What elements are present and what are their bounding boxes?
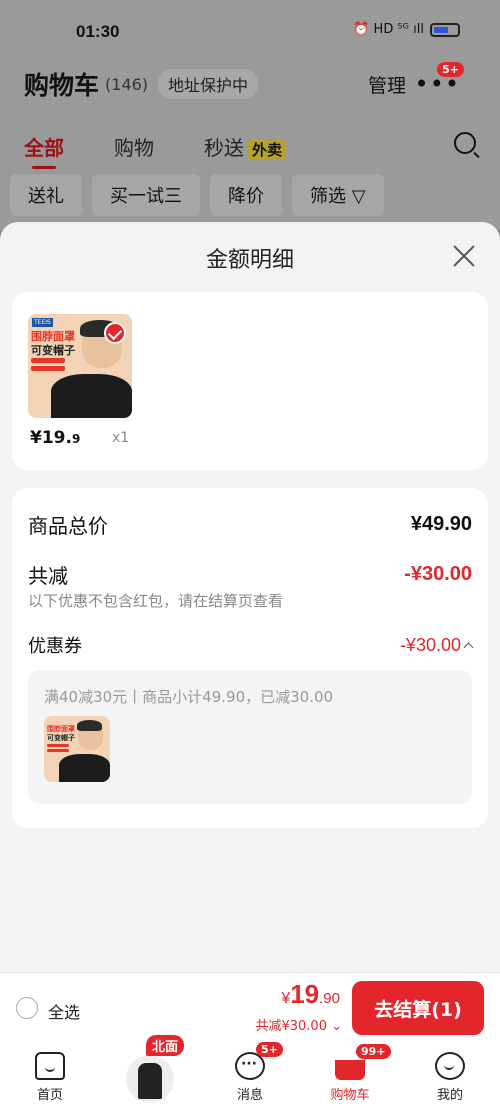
nav-me-label: 我的 — [436, 1088, 463, 1103]
product-promo-tag — [47, 749, 69, 752]
coupon-amount: -¥30.00 — [399, 634, 461, 655]
selected-check-icon — [104, 322, 126, 344]
thumb-body-shape — [58, 754, 110, 782]
nav-ad[interactable]: 北面 — [110, 1035, 190, 1103]
status-time: 01:30 — [76, 22, 120, 41]
cart-header: 购物车 (146) 地址保护中 管理 ••• 5+ — [24, 62, 476, 104]
filter-gift[interactable]: 送礼 — [10, 174, 82, 216]
filter-price-drop[interactable]: 降价 — [210, 174, 282, 216]
tab-shopping[interactable]: 购物 — [114, 132, 154, 161]
search-icon[interactable] — [454, 132, 476, 154]
cart-count: (146) — [105, 74, 149, 94]
total-integer: 19 — [290, 979, 320, 1009]
filter-trial[interactable]: 买一试三 — [92, 174, 200, 216]
filter-screen[interactable]: 筛选 ▽ — [292, 174, 384, 216]
close-icon[interactable] — [452, 244, 476, 268]
price-breakdown-card: 商品总价 ¥49.90 共减 -¥30.00 以下优惠不包含红包，请在结算页查看… — [12, 488, 488, 828]
reduction-row: 共减 -¥30.00 — [28, 560, 472, 589]
messages-badge: 5+ — [256, 1042, 283, 1057]
home-icon — [35, 1052, 65, 1080]
nav-home-label: 首页 — [36, 1088, 63, 1103]
reduction-label: 共减 — [28, 564, 68, 588]
cart-page-background: 01:30 ⏰ HD ⁵ᴳ ıll 购物车 (146) 地址保护中 管理 •••… — [0, 0, 500, 230]
goods-total-label: 商品总价 — [28, 514, 108, 538]
tab-all[interactable]: 全部 — [24, 132, 64, 169]
total-currency: ¥ — [281, 990, 291, 1007]
total-saving-toggle[interactable]: 共减¥30.00 ⌄ — [255, 1015, 342, 1034]
product-promo-line2: 可变帽子 — [47, 734, 75, 742]
coupon-value[interactable]: -¥30.00 — [399, 634, 474, 656]
coupon-row[interactable]: 优惠券 -¥30.00 — [28, 632, 474, 658]
reduction-value: -¥30.00 — [404, 563, 472, 585]
tab-flash-tag: 外卖 — [248, 139, 287, 160]
jacket-ad-icon — [126, 1055, 174, 1103]
nav-cart-label: 购物车 — [330, 1088, 370, 1103]
filter-row: 送礼 买一试三 降价 筛选 ▽ — [10, 174, 490, 216]
nav-cart[interactable]: 99+ 购物车 — [310, 1044, 391, 1103]
nav-home[interactable]: 首页 — [10, 1052, 90, 1103]
product-promo-tag — [47, 744, 69, 747]
status-icons: ⏰ HD ⁵ᴳ ıll — [353, 22, 460, 37]
manage-button[interactable]: 管理 — [368, 71, 406, 98]
item-price: ¥19.9 — [30, 428, 80, 448]
checkout-button[interactable]: 去结算(1) — [352, 981, 484, 1035]
profile-icon — [435, 1052, 465, 1080]
address-protection-pill[interactable]: 地址保护中 — [158, 69, 259, 99]
select-all-label[interactable]: 全选 — [48, 999, 80, 1023]
product-brand-logo: TEEIS — [32, 318, 53, 327]
goods-total-value: ¥49.90 — [410, 513, 472, 535]
item-quantity: x1 — [112, 430, 130, 446]
reduction-hint: 以下优惠不包含红包，请在结算页查看 — [28, 592, 284, 610]
thumb-hair-shape — [77, 719, 103, 731]
product-thumbnail[interactable]: TEEIS 围脖面罩 可变帽子 — [28, 314, 132, 418]
select-all-radio[interactable] — [16, 997, 38, 1019]
cart-icon — [335, 1060, 365, 1080]
status-bar: 01:30 ⏰ HD ⁵ᴳ ıll — [0, 18, 500, 48]
product-promo-line2: 可变帽子 — [31, 344, 75, 357]
goods-total-row: 商品总价 ¥49.90 — [28, 510, 472, 539]
amount-detail-sheet: 金额明细 TEEIS 围脖面罩 可变帽子 ¥19.9 x1 商品总价 ¥49.9… — [0, 222, 500, 972]
nav-messages-label: 消息 — [236, 1088, 263, 1103]
sheet-title: 金额明细 — [205, 248, 294, 273]
product-promo-tag — [31, 366, 65, 371]
battery-icon — [430, 22, 460, 37]
selected-items-card: TEEIS 围脖面罩 可变帽子 ¥19.9 x1 — [12, 292, 488, 470]
coupon-description: 满40减30元丨商品小计49.90，已减30.00 — [44, 688, 334, 706]
item-price-main: ¥19. — [30, 428, 72, 448]
bottom-nav: 首页 北面 5+ 消息 99+ 购物车 我的 — [0, 1035, 500, 1111]
product-promo-tag — [31, 358, 65, 363]
signal-icons: ⏰ HD ⁵ᴳ ıll — [353, 22, 424, 37]
tab-flash[interactable]: 秒送 外卖 — [204, 132, 287, 161]
nav-ad-badge: 北面 — [146, 1035, 185, 1056]
tab-flash-label: 秒送 — [204, 135, 244, 160]
coupon-product-thumbnail: 围脖面罩 可变帽子 — [44, 716, 110, 782]
more-badge: 5+ — [437, 62, 464, 77]
thumb-body-shape — [50, 374, 132, 418]
nav-me[interactable]: 我的 — [410, 1052, 490, 1103]
cart-tabs: 全部 购物 秒送 外卖 — [24, 126, 476, 169]
page-title: 购物车 — [24, 71, 100, 100]
nav-messages[interactable]: 5+ 消息 — [210, 1042, 290, 1103]
cart-badge: 99+ — [356, 1044, 391, 1059]
checkout-total: ¥19.90 — [281, 979, 340, 1010]
coupon-label: 优惠券 — [28, 636, 82, 657]
chevron-up-icon — [463, 642, 474, 652]
checkout-bar: 全选 ¥19.90 共减¥30.00 ⌄ 去结算(1) — [0, 972, 500, 1042]
coupon-detail-box: 满40减30元丨商品小计49.90，已减30.00 围脖面罩 可变帽子 — [28, 670, 472, 804]
item-price-decimal: 9 — [71, 432, 81, 446]
total-decimal: .90 — [319, 990, 340, 1007]
